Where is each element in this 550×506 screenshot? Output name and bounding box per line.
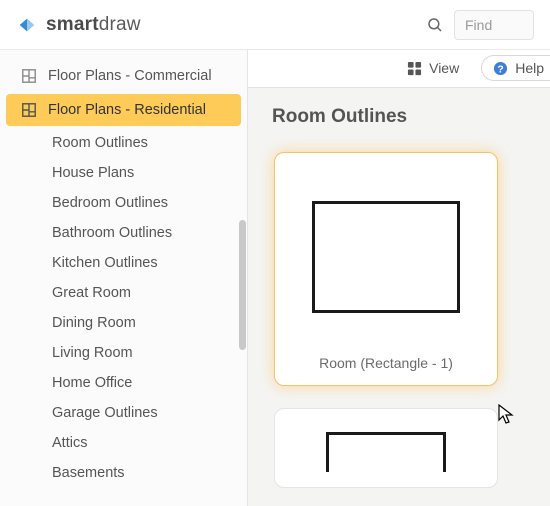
template-card-label: Room (Rectangle - 1) xyxy=(319,347,453,375)
sidebar-item-kitchen-outlines[interactable]: Kitchen Outlines xyxy=(0,248,247,278)
sidebar-item-basements[interactable]: Basements xyxy=(0,458,247,488)
sidebar-category-commercial[interactable]: Floor Plans - Commercial xyxy=(0,60,247,92)
sidebar-item-dining-room[interactable]: Dining Room xyxy=(0,308,247,338)
view-button[interactable]: View xyxy=(398,56,467,80)
logo-text-light: draw xyxy=(99,14,141,35)
sidebar-item-house-plans[interactable]: House Plans xyxy=(0,158,247,188)
logo-icon xyxy=(16,14,38,36)
template-card[interactable]: Room (Rectangle - 1) xyxy=(274,152,498,386)
main-toolbar: View ? Help xyxy=(248,50,550,88)
help-icon: ? xyxy=(492,60,508,76)
sidebar-item-garage-outlines[interactable]: Garage Outlines xyxy=(0,398,247,428)
sidebar-item-room-outlines[interactable]: Room Outlines xyxy=(0,128,247,158)
main-pane: View ? Help Room Outlines Room (Rectangl… xyxy=(248,50,550,506)
help-button[interactable]: ? Help xyxy=(481,55,550,81)
template-card[interactable] xyxy=(274,408,498,488)
sidebar-item-great-room[interactable]: Great Room xyxy=(0,278,247,308)
search xyxy=(426,10,534,40)
floorplan-icon xyxy=(20,67,38,85)
sidebar-category-label: Floor Plans - Commercial xyxy=(48,68,212,84)
floorplan-icon xyxy=(20,101,38,119)
template-thumb xyxy=(289,427,483,477)
grid-icon xyxy=(406,60,422,76)
template-gallery: Room (Rectangle - 1) xyxy=(248,138,550,506)
rectangle-shape-icon xyxy=(326,432,446,472)
app-header: smartdraw xyxy=(0,0,550,50)
sidebar-item-attics[interactable]: Attics xyxy=(0,428,247,458)
sidebar-category-label: Floor Plans - Residential xyxy=(48,102,206,118)
search-input[interactable] xyxy=(454,10,534,40)
rectangle-shape-icon xyxy=(312,201,460,313)
sidebar: Floor Plans - Commercial Floor Plans - R… xyxy=(0,50,248,506)
scrollbar-thumb[interactable] xyxy=(239,220,246,350)
sidebar-item-bedroom-outlines[interactable]: Bedroom Outlines xyxy=(0,188,247,218)
svg-text:?: ? xyxy=(497,64,503,75)
sidebar-category-residential[interactable]: Floor Plans - Residential xyxy=(6,94,241,126)
search-icon[interactable] xyxy=(426,16,444,34)
sidebar-item-home-office[interactable]: Home Office xyxy=(0,368,247,398)
logo-text-bold: smart xyxy=(46,14,99,35)
page-title: Room Outlines xyxy=(248,88,550,138)
sidebar-item-living-room[interactable]: Living Room xyxy=(0,338,247,368)
view-label: View xyxy=(429,60,459,76)
logo-text: smartdraw xyxy=(46,14,141,36)
sidebar-item-bathroom-outlines[interactable]: Bathroom Outlines xyxy=(0,218,247,248)
help-label: Help xyxy=(515,60,544,76)
template-thumb xyxy=(289,167,483,347)
